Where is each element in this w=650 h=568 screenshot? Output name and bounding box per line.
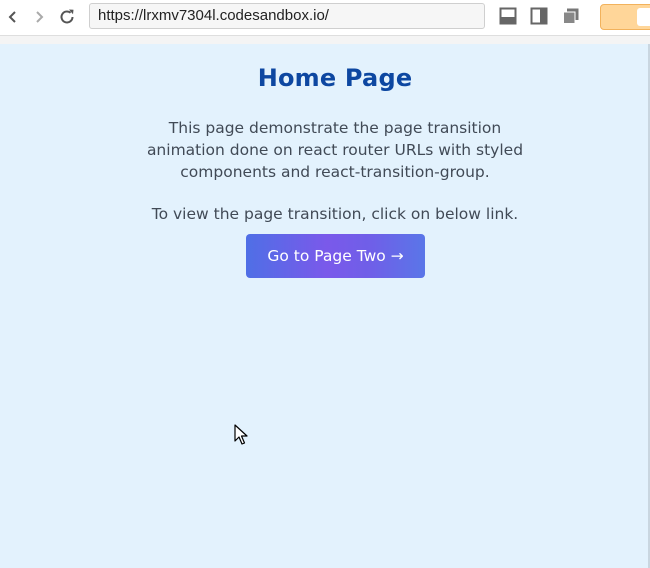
page-content: Home Page This page demonstrate the page… (0, 44, 648, 568)
go-to-page-two-button[interactable]: Go to Page Two → (246, 234, 425, 278)
toggle-knob (637, 8, 650, 26)
instruction-text: To view the page transition, click on be… (151, 205, 519, 223)
dock-bottom-icon[interactable] (499, 7, 517, 25)
back-button[interactable] (3, 7, 23, 27)
browser-toolbar: https://lrxmv7304l.codesandbox.io/ (0, 0, 650, 36)
reload-icon (60, 9, 74, 24)
forward-button[interactable] (29, 7, 49, 27)
chevron-right-icon (36, 11, 44, 23)
address-bar[interactable]: https://lrxmv7304l.codesandbox.io/ (89, 3, 485, 29)
new-window-icon[interactable] (562, 7, 580, 25)
dock-side-icon[interactable] (530, 7, 548, 25)
reload-button[interactable] (57, 7, 77, 27)
mouse-cursor-icon (234, 424, 248, 445)
toolbar-divider (0, 36, 650, 44)
extension-toggle[interactable] (600, 4, 650, 30)
page-title: Home Page (257, 64, 413, 92)
chevron-left-icon (8, 11, 16, 23)
page-description: This page demonstrate the page transitio… (146, 119, 524, 181)
